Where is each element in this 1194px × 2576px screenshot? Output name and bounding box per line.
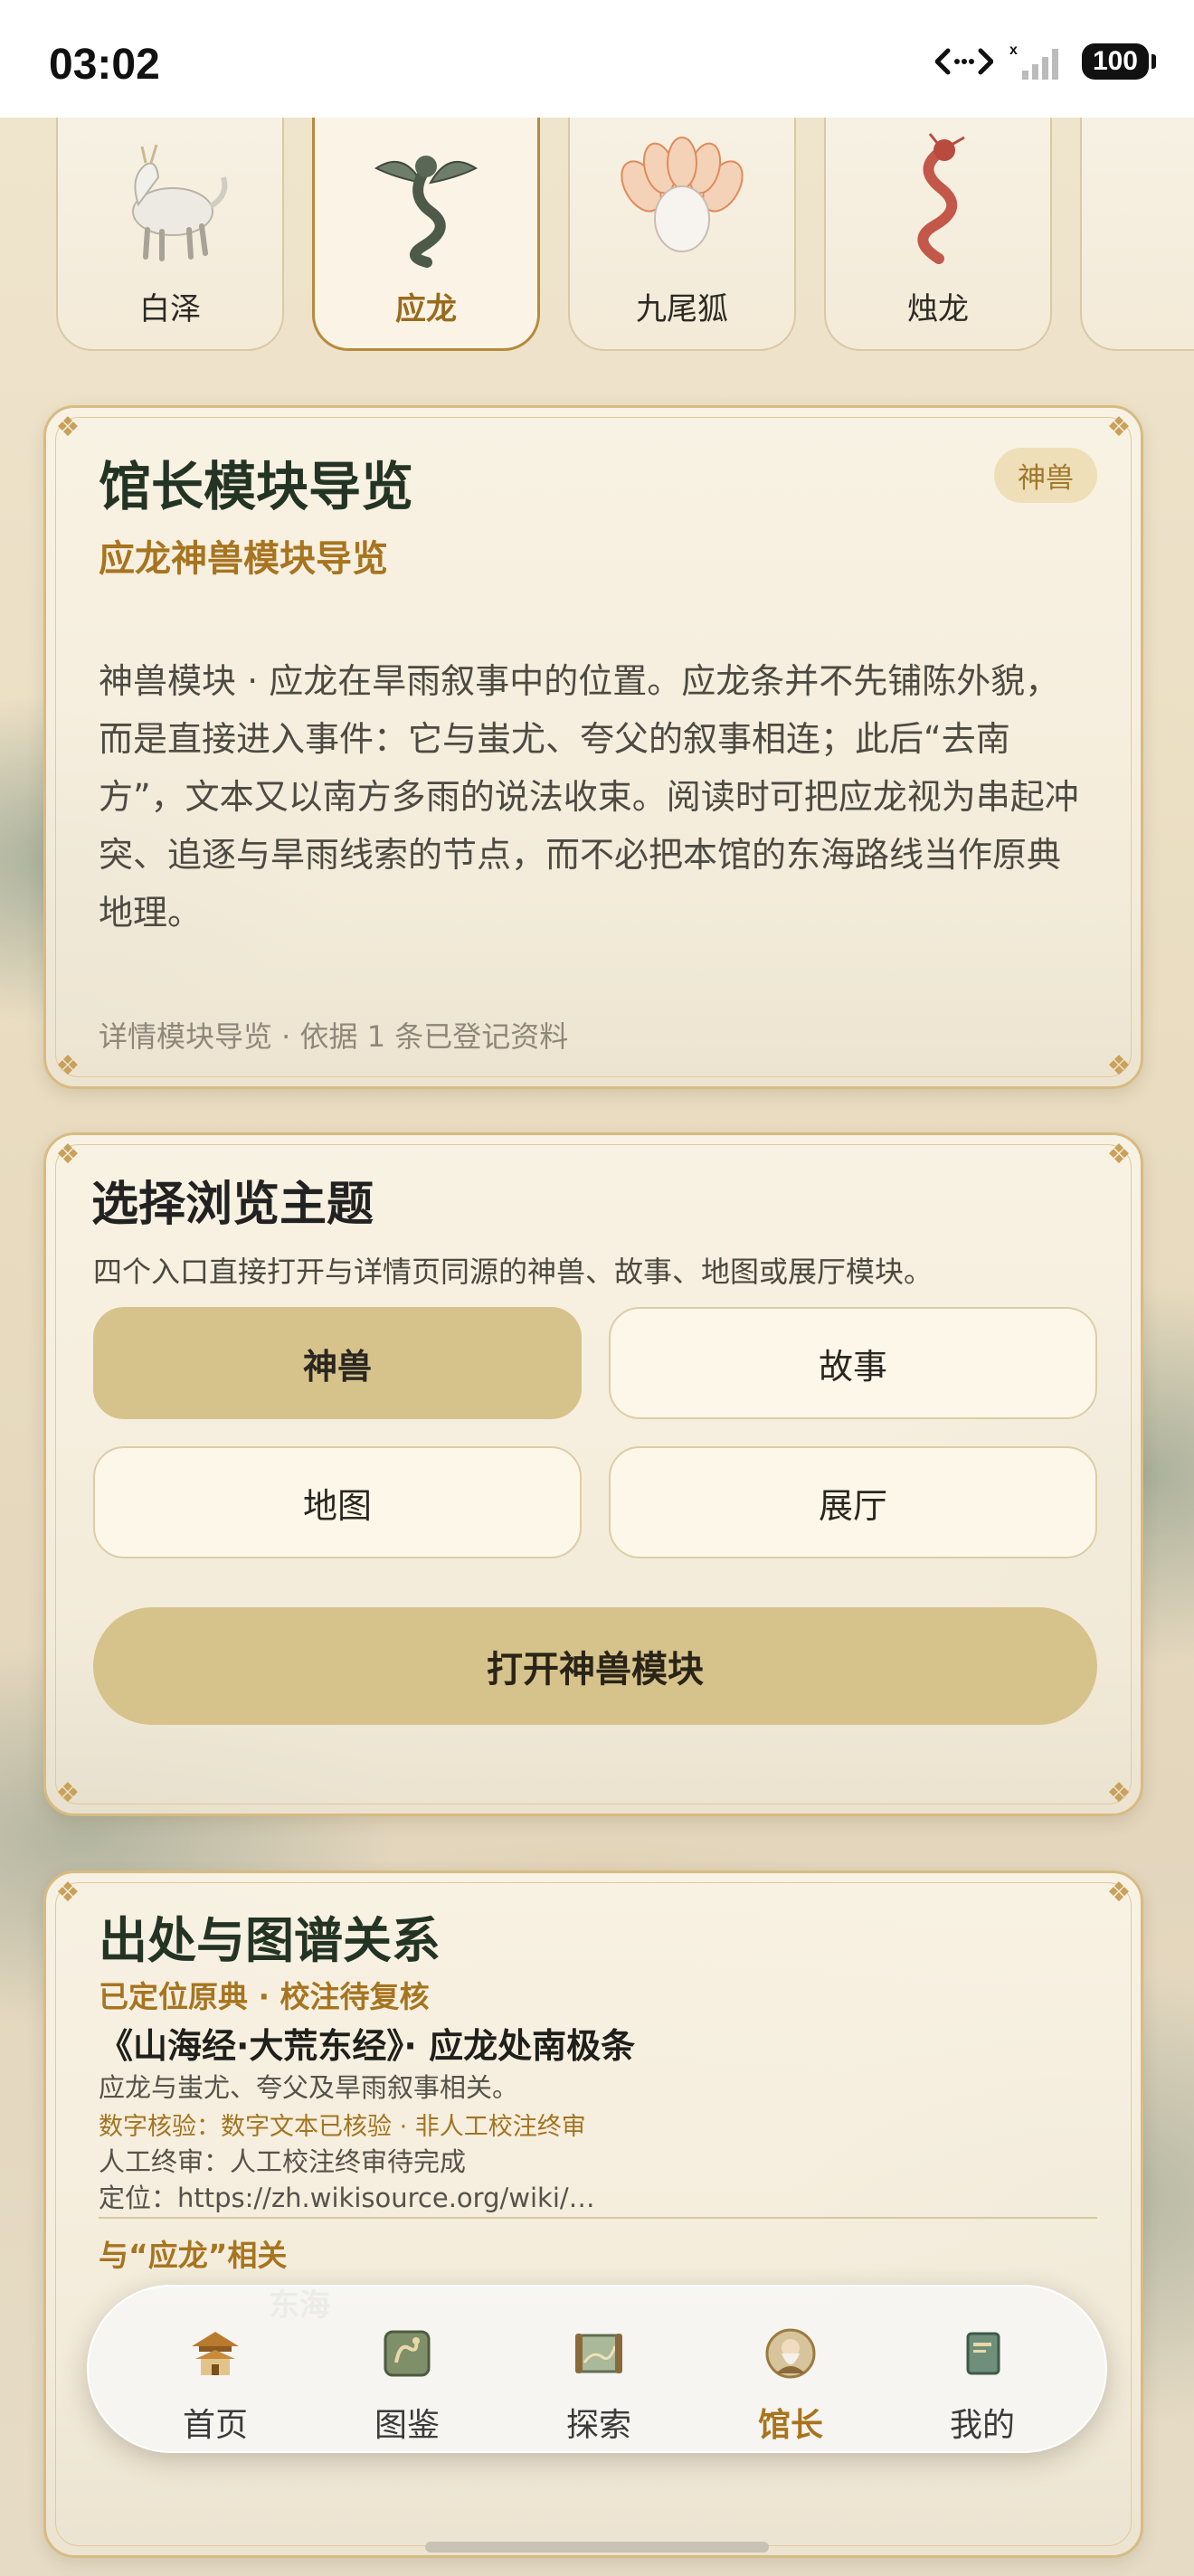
nine-tailed-fox-illustration-icon xyxy=(621,137,744,252)
nav-item-curator[interactable]: 馆长 xyxy=(718,2287,863,2455)
source-status: 已定位原典 · 校注待复核 xyxy=(99,1979,430,2014)
divider xyxy=(99,2217,1097,2219)
corner-ornament-icon: ❖ xyxy=(1106,1877,1132,1908)
open-module-button[interactable]: 打开神兽模块 xyxy=(93,1607,1097,1725)
status-bar: 03:02 x 100 xyxy=(0,0,1194,118)
related-heading: 与“应龙”相关 xyxy=(99,2238,288,2273)
topic-button-creature[interactable]: 神兽 xyxy=(93,1307,582,1419)
book-icon xyxy=(966,2332,1000,2375)
nav-item-bestiary[interactable]: 图鉴 xyxy=(335,2287,479,2455)
clock: 03:02 xyxy=(49,41,160,89)
corner-ornament-icon: ❖ xyxy=(1106,1139,1132,1170)
baize-illustration-icon xyxy=(132,144,228,261)
data-transfer-icon xyxy=(934,48,993,75)
svg-text:x: x xyxy=(1009,43,1018,58)
corner-ornament-icon: ❖ xyxy=(55,1877,81,1908)
creature-card-partial[interactable] xyxy=(1080,118,1194,351)
card-title: 馆长模块导览 xyxy=(99,456,414,517)
topic-button-map[interactable]: 地图 xyxy=(93,1446,582,1558)
manual-review: 人工终审：人工校注终审待完成 xyxy=(99,2146,467,2177)
battery-icon: 100 xyxy=(1081,43,1157,80)
zhulong-illustration-icon xyxy=(917,133,965,264)
creature-card-baize[interactable]: 白泽 xyxy=(56,118,284,351)
creature-label: 应龙 xyxy=(395,291,457,327)
scroll-map-icon xyxy=(575,2334,622,2373)
creature-selector[interactable]: 白泽 应龙 九尾狐 烛龙 xyxy=(0,118,1194,362)
home-indicator[interactable] xyxy=(425,2542,769,2552)
creature-card-nine-tailed-fox[interactable]: 九尾狐 xyxy=(568,118,796,351)
card-title: 选择浏览主题 xyxy=(91,1178,374,1232)
nav-item-explore[interactable]: 探索 xyxy=(526,2287,671,2455)
yinglong-illustration-icon xyxy=(374,156,478,268)
corner-ornament-icon: ❖ xyxy=(1106,412,1132,443)
pavilion-icon xyxy=(192,2332,239,2375)
corner-ornament-icon: ❖ xyxy=(55,1139,81,1170)
bottom-navigation: 首页 图鉴 探索 馆长 我的 xyxy=(87,2285,1107,2453)
topic-button-hall[interactable]: 展厅 xyxy=(609,1446,1097,1558)
nav-item-home[interactable]: 首页 xyxy=(143,2287,288,2455)
source-location-link[interactable]: 定位：https://zh.wikisource.org/wiki/… xyxy=(99,2177,595,2215)
category-badge: 神兽 xyxy=(994,448,1097,503)
nav-item-profile[interactable]: 我的 xyxy=(910,2287,1055,2455)
topic-selector-card: ❖ ❖ ❖ ❖ 选择浏览主题 四个入口直接打开与详情页同源的神兽、故事、地图或展… xyxy=(43,1132,1143,1816)
source-relations-card: ❖ ❖ 出处与图谱关系 已定位原典 · 校注待复核 《山海经·大荒东经》· 应龙… xyxy=(43,1870,1143,2558)
nav-label: 我的 xyxy=(949,2407,1015,2444)
card-description: 四个入口直接打开与详情页同源的神兽、故事、地图或展厅模块。 xyxy=(93,1255,933,1289)
topic-button-story[interactable]: 故事 xyxy=(609,1307,1097,1419)
curator-icon xyxy=(765,2328,816,2379)
guide-body-text: 神兽模块 · 应龙在旱雨叙事中的位置。应龙条并不先铺陈外貌，而是直接进入事件：它… xyxy=(99,661,1079,933)
source-citation: 《山海经·大荒东经》· 应龙处南极条 xyxy=(99,2026,636,2066)
signal-none-icon: x xyxy=(1009,43,1058,80)
corner-ornament-icon: ❖ xyxy=(55,1777,81,1809)
source-summary: 应龙与蚩尤、夸父及旱雨叙事相关。 xyxy=(99,2072,519,2103)
nav-label: 图鉴 xyxy=(374,2407,440,2444)
creature-card-yinglong[interactable]: 应龙 xyxy=(312,118,540,351)
corner-ornament-icon: ❖ xyxy=(55,1050,81,1082)
corner-ornament-icon: ❖ xyxy=(1106,1050,1132,1082)
bestiary-icon xyxy=(384,2330,431,2377)
creature-label: 烛龙 xyxy=(907,291,969,327)
card-subtitle: 应龙神兽模块导览 xyxy=(99,538,388,580)
nav-label: 探索 xyxy=(565,2407,631,2444)
digital-check: 数字核验：数字文本已核验 · 非人工校注终审 xyxy=(99,2113,586,2141)
curator-guide-card: ❖ ❖ ❖ ❖ 馆长模块导览 神兽 应龙神兽模块导览 神兽模块 · 应龙在旱雨叙… xyxy=(43,405,1143,1089)
card-title: 出处与图谱关系 xyxy=(99,1912,441,1969)
nav-label: 馆长 xyxy=(757,2407,823,2444)
corner-ornament-icon: ❖ xyxy=(1106,1777,1132,1809)
creature-label: 九尾狐 xyxy=(636,291,728,327)
creature-card-zhulong[interactable]: 烛龙 xyxy=(824,118,1052,351)
creature-label: 白泽 xyxy=(139,291,201,327)
nav-label: 首页 xyxy=(182,2407,248,2444)
corner-ornament-icon: ❖ xyxy=(55,412,81,443)
guide-footer: 详情模块导览 · 依据 1 条已登记资料 xyxy=(99,1019,569,1054)
